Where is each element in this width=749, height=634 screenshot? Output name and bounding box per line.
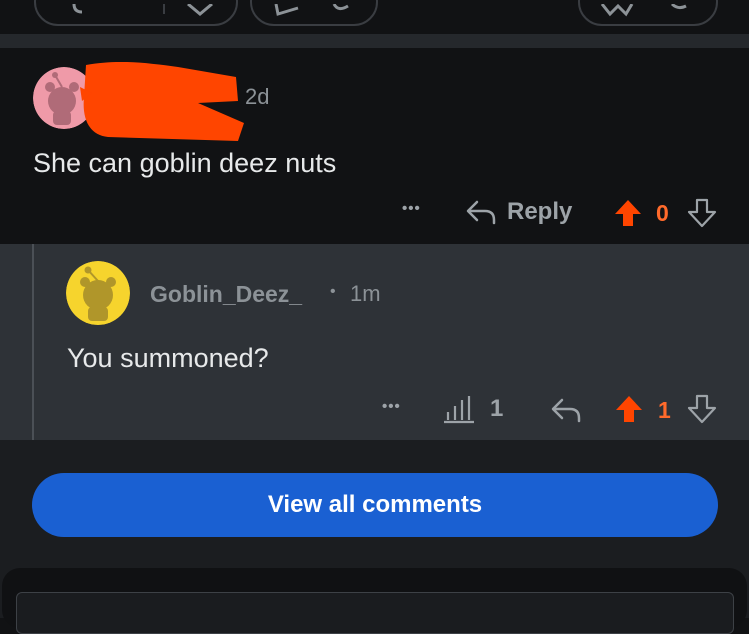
comment-input[interactable] — [16, 592, 734, 634]
reply-button[interactable]: Reply — [465, 198, 572, 226]
reply-timestamp: 1m — [350, 281, 381, 306]
downvote-icon[interactable] — [687, 198, 717, 228]
reply-arrow-icon[interactable] — [550, 396, 582, 424]
downvote-icon[interactable] — [687, 394, 717, 424]
vote-pill[interactable] — [34, 0, 238, 26]
meta-separator-dot: • — [330, 283, 336, 300]
comments-pill[interactable] — [250, 0, 378, 26]
view-all-comments-button[interactable]: View all comments — [32, 473, 718, 537]
comment-score: 0 — [656, 200, 669, 226]
comment-body: She can goblin deez nuts — [33, 148, 337, 178]
share-icon — [600, 4, 687, 17]
section-divider — [0, 34, 749, 48]
thread-line[interactable] — [32, 244, 34, 440]
views-count: 1 — [490, 395, 504, 422]
upvote-icon[interactable] — [614, 394, 644, 424]
upvote-icon[interactable] — [613, 198, 643, 228]
redacted-username — [80, 61, 245, 142]
comment-bubble-icon — [274, 4, 349, 16]
reply-username[interactable]: Goblin_Deez_ — [150, 281, 302, 308]
reply-body: You summoned? — [67, 343, 269, 373]
vote-pill-icons — [72, 4, 213, 16]
reply-score: 1 — [658, 397, 671, 423]
reply-arrow-icon — [466, 200, 496, 225]
snoo-avatar-icon[interactable] — [66, 261, 130, 325]
post-action-bar — [0, 0, 749, 34]
more-options-button[interactable]: ••• — [382, 398, 401, 415]
reply-label: Reply — [507, 198, 573, 225]
share-pill[interactable] — [578, 0, 718, 26]
bar-chart-icon — [444, 396, 474, 424]
views-button[interactable]: 1 — [444, 394, 503, 424]
comment-timestamp: 2d — [245, 84, 270, 109]
more-options-button[interactable]: ••• — [402, 200, 421, 217]
